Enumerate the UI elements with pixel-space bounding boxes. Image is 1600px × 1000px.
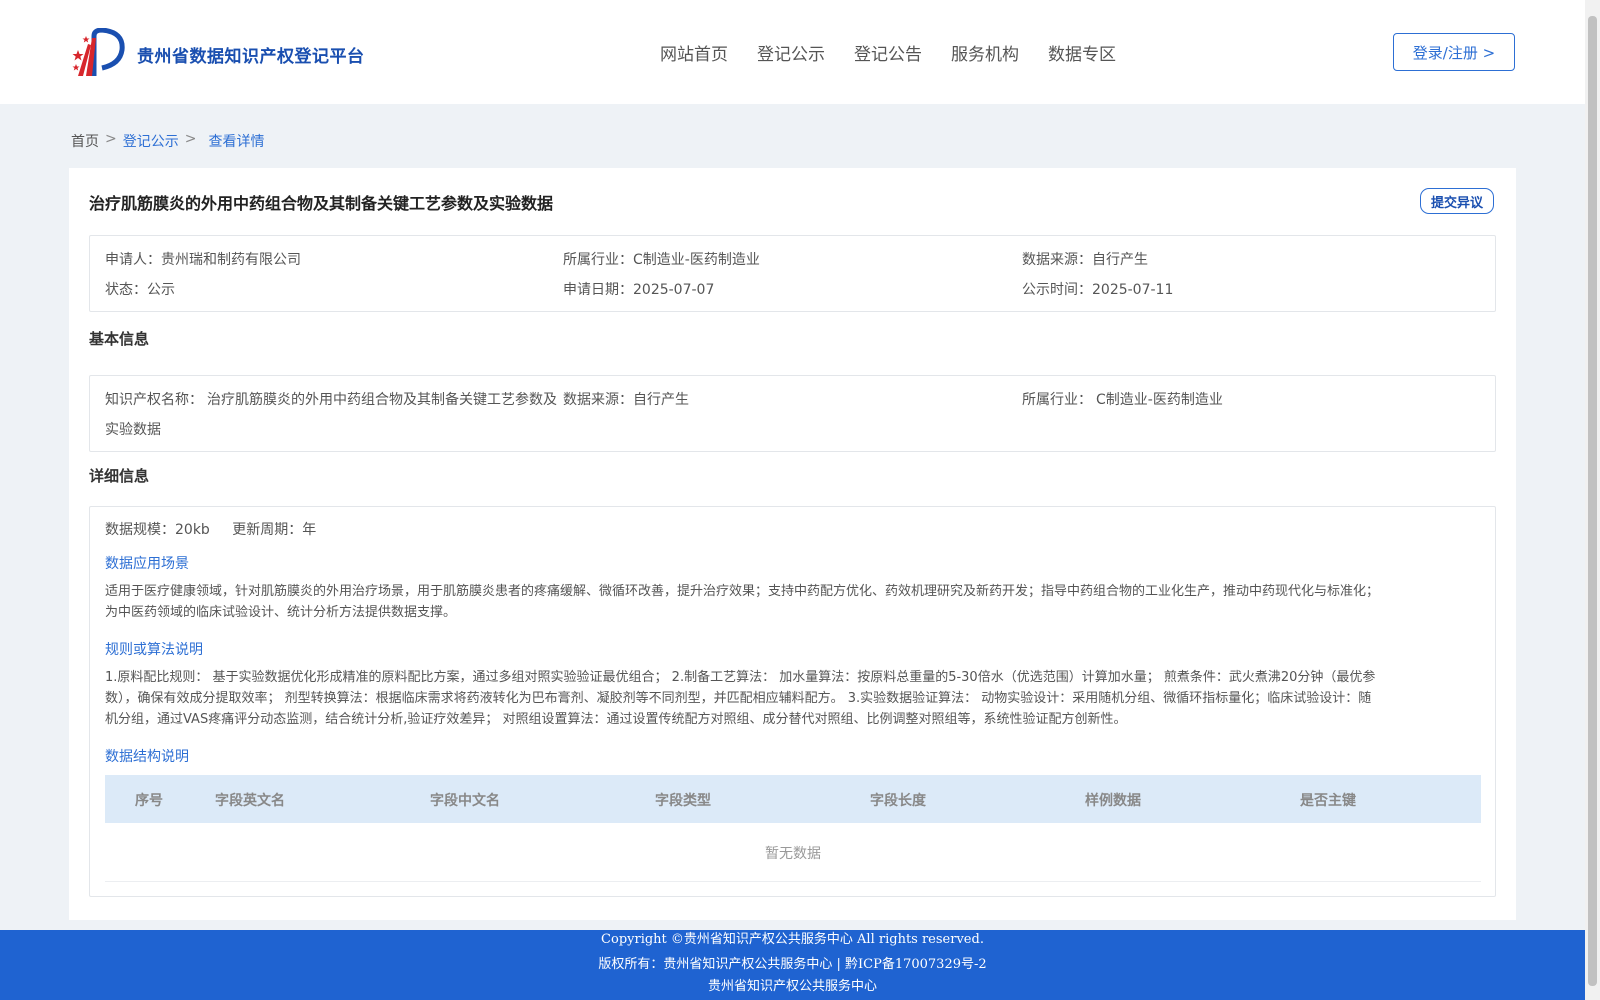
status-field: 状态：公示: [105, 279, 175, 299]
basic-source-field: 数据来源：自行产生: [563, 389, 689, 409]
basic-source-value: 自行产生: [633, 392, 689, 408]
summary-box: 申请人：贵州瑞和制药有限公司 所属行业：C制造业-医药制造业 数据来源：自行产生…: [89, 235, 1496, 312]
rules-line: 1.原料配比规则： 基于实验数据优化形成精准的原料配比方案，通过多组对照实验验证…: [105, 670, 1376, 685]
ip-name-field: 知识产权名称： 治疗肌筋膜炎的外用中药组合物及其制备关键工艺参数及: [105, 389, 557, 409]
publish-date-field: 公示时间：2025-07-11: [1022, 279, 1173, 299]
basic-industry-field: 所属行业： C制造业-医药制造业: [1022, 389, 1223, 409]
scale-label: 数据规模：: [105, 522, 175, 538]
rules-line: 数），确保有效成分提取效率； 剂型转换算法：根据临床需求将药液转化为巴布膏剂、凝…: [105, 691, 1372, 706]
nav-item-home[interactable]: 网站首页: [660, 40, 728, 65]
scrollbar-thumb[interactable]: [1588, 16, 1597, 986]
th-index: 序号: [135, 793, 163, 809]
industry-field: 所属行业：C制造业-医药制造业: [563, 249, 760, 269]
th-sample-data: 样例数据: [1085, 793, 1141, 809]
th-field-type: 字段类型: [655, 793, 711, 809]
cycle-value: 年: [302, 522, 317, 538]
rules-text: 1.原料配比规则： 基于实验数据优化形成精准的原料配比方案，通过多组对照实验验证…: [105, 667, 1480, 730]
logo-icon[interactable]: [72, 28, 130, 78]
main-nav: 网站首页 登记公示 登记公告 服务机构 数据专区: [660, 40, 1116, 65]
th-primary-key: 是否主键: [1300, 793, 1356, 809]
basic-info-box: 知识产权名称： 治疗肌筋膜炎的外用中药组合物及其制备关键工艺参数及 实验数据 数据…: [89, 375, 1496, 452]
th-field-length: 字段长度: [870, 793, 926, 809]
basic-industry-value: C制造业-医药制造业: [1096, 392, 1223, 408]
basic-info-heading: 基本信息: [89, 330, 150, 348]
scenario-text: 适用于医疗健康领域，针对肌筋膜炎的外用治疗场景，用于肌筋膜炎患者的疼痛缓解、微循…: [105, 581, 1480, 623]
applicant-label: 申请人：: [105, 252, 161, 268]
table-divider: [105, 881, 1481, 882]
scenario-line: 为中医药领域的临床试验设计、统计分析方法提供数据支撑。: [105, 605, 457, 620]
ip-name-label: 知识产权名称：: [105, 392, 203, 408]
breadcrumb: 首页 > 登记公示 > 查看详情: [71, 131, 264, 151]
footer-copyright: Copyright ©贵州省知识产权公共服务中心 All rights rese…: [601, 932, 984, 947]
source-value: 自行产生: [1092, 252, 1148, 268]
structure-heading: 数据结构说明: [105, 749, 189, 765]
breadcrumb-separator: >: [184, 131, 197, 147]
scenario-heading: 数据应用场景: [105, 556, 189, 572]
scenario-line: 适用于医疗健康领域，针对肌筋膜炎的外用治疗场景，用于肌筋膜炎患者的疼痛缓解、微循…: [105, 584, 1380, 599]
page-title: 治疗肌筋膜炎的外用中药组合物及其制备关键工艺参数及实验数据: [89, 194, 554, 213]
status-value: 公示: [147, 282, 175, 298]
nav-item-registration-publicity[interactable]: 登记公示: [757, 40, 825, 65]
scale-cycle-row: 数据规模：20kb 更新周期：年: [105, 519, 316, 539]
rules-heading: 规则或算法说明: [105, 642, 203, 658]
ip-name-value: 治疗肌筋膜炎的外用中药组合物及其制备关键工艺参数及: [207, 392, 557, 408]
status-label: 状态：: [105, 282, 147, 298]
applicant-field: 申请人：贵州瑞和制药有限公司: [105, 249, 301, 269]
table-empty-text: 暂无数据: [765, 846, 821, 862]
nav-item-data-zone[interactable]: 数据专区: [1048, 40, 1116, 65]
apply-date-field: 申请日期：2025-07-07: [563, 279, 714, 299]
scale-value: 20kb: [175, 522, 210, 538]
publish-date-value: 2025-07-11: [1092, 282, 1174, 298]
top-header: 贵州省数据知识产权登记平台 网站首页 登记公示 登记公告 服务机构 数据专区 登…: [0, 0, 1585, 104]
applicant-value: 贵州瑞和制药有限公司: [161, 252, 301, 268]
source-label: 数据来源：: [1022, 252, 1092, 268]
ip-name-value-cont: 实验数据: [105, 422, 161, 438]
breadcrumb-current: 查看详情: [208, 134, 265, 150]
site-title[interactable]: 贵州省数据知识产权登记平台: [137, 42, 365, 67]
apply-date-label: 申请日期：: [563, 282, 633, 298]
source-field: 数据来源：自行产生: [1022, 249, 1148, 269]
nav-item-service-agencies[interactable]: 服务机构: [951, 40, 1019, 65]
basic-source-label: 数据来源：: [563, 392, 633, 408]
basic-industry-label: 所属行业：: [1022, 392, 1092, 408]
login-register-button[interactable]: 登录/注册 >: [1393, 33, 1515, 71]
apply-date-value: 2025-07-07: [633, 282, 715, 298]
detail-info-heading: 详细信息: [89, 467, 150, 485]
footer-rights: 版权所有：贵州省知识产权公共服务中心 | 黔ICP备17007329号-2: [598, 957, 987, 972]
rules-line: 机分组，通过VAS疼痛评分动态监测，结合统计分析,验证疗效差异； 对照组设置算法…: [105, 712, 1127, 727]
submit-objection-button[interactable]: 提交异议: [1420, 188, 1494, 214]
nav-item-registration-announcement[interactable]: 登记公告: [854, 40, 922, 65]
detail-card: 治疗肌筋膜炎的外用中药组合物及其制备关键工艺参数及实验数据 提交异议 申请人：贵…: [69, 168, 1516, 920]
industry-label: 所属行业：: [563, 252, 633, 268]
cycle-label: 更新周期：: [232, 522, 303, 538]
footer-org: 贵州省知识产权公共服务中心: [707, 979, 877, 994]
detail-info-box: 数据规模：20kb 更新周期：年 数据应用场景 适用于医疗健康领域，针对肌筋膜炎…: [89, 506, 1496, 897]
vertical-scrollbar[interactable]: [1585, 0, 1600, 1000]
th-field-en: 字段英文名: [215, 793, 285, 809]
breadcrumb-registration-publicity[interactable]: 登记公示: [123, 131, 179, 151]
breadcrumb-separator: >: [105, 131, 117, 147]
th-field-cn: 字段中文名: [430, 793, 500, 809]
table-header-row: 序号 字段英文名 字段中文名 字段类型 字段长度 样例数据 是否主键: [105, 775, 1481, 823]
footer: Copyright ©贵州省知识产权公共服务中心 All rights rese…: [0, 930, 1585, 1000]
publish-date-label: 公示时间：: [1022, 282, 1092, 298]
industry-value: C制造业-医药制造业: [633, 252, 760, 268]
breadcrumb-home[interactable]: 首页: [71, 131, 99, 151]
